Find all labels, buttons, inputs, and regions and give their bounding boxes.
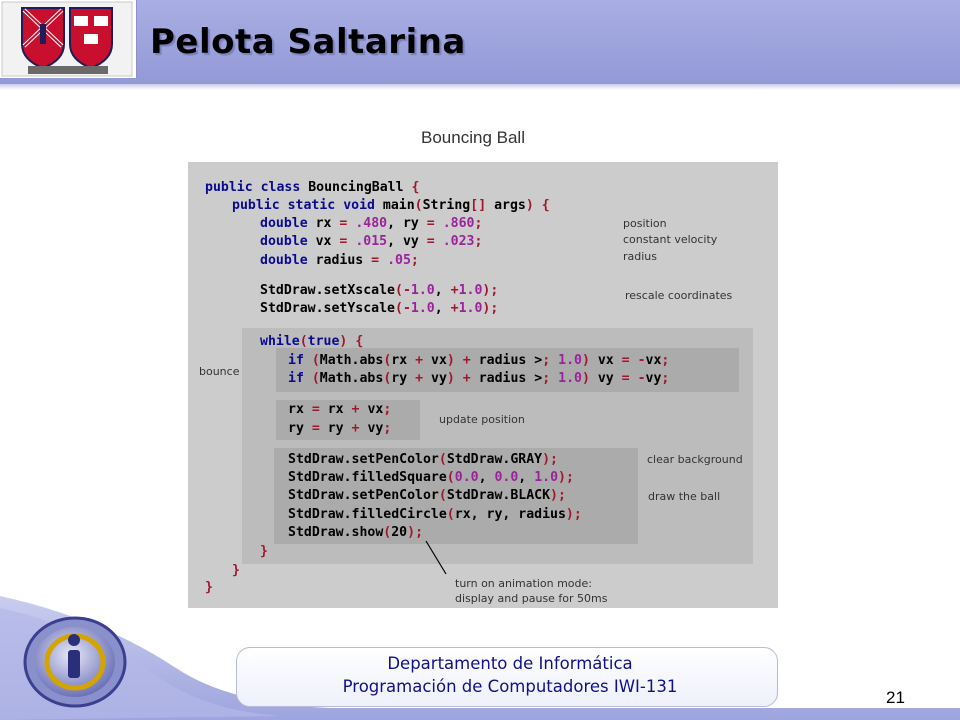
slide: Pelota Saltarina Bouncing Ball public cl… [0,0,960,720]
page-number: 21 [886,688,905,707]
footer-department: Departamento de Informática [387,654,633,673]
footer-course: Programación de Computadores IWI-131 [342,677,678,696]
department-logo-icon [22,614,128,710]
